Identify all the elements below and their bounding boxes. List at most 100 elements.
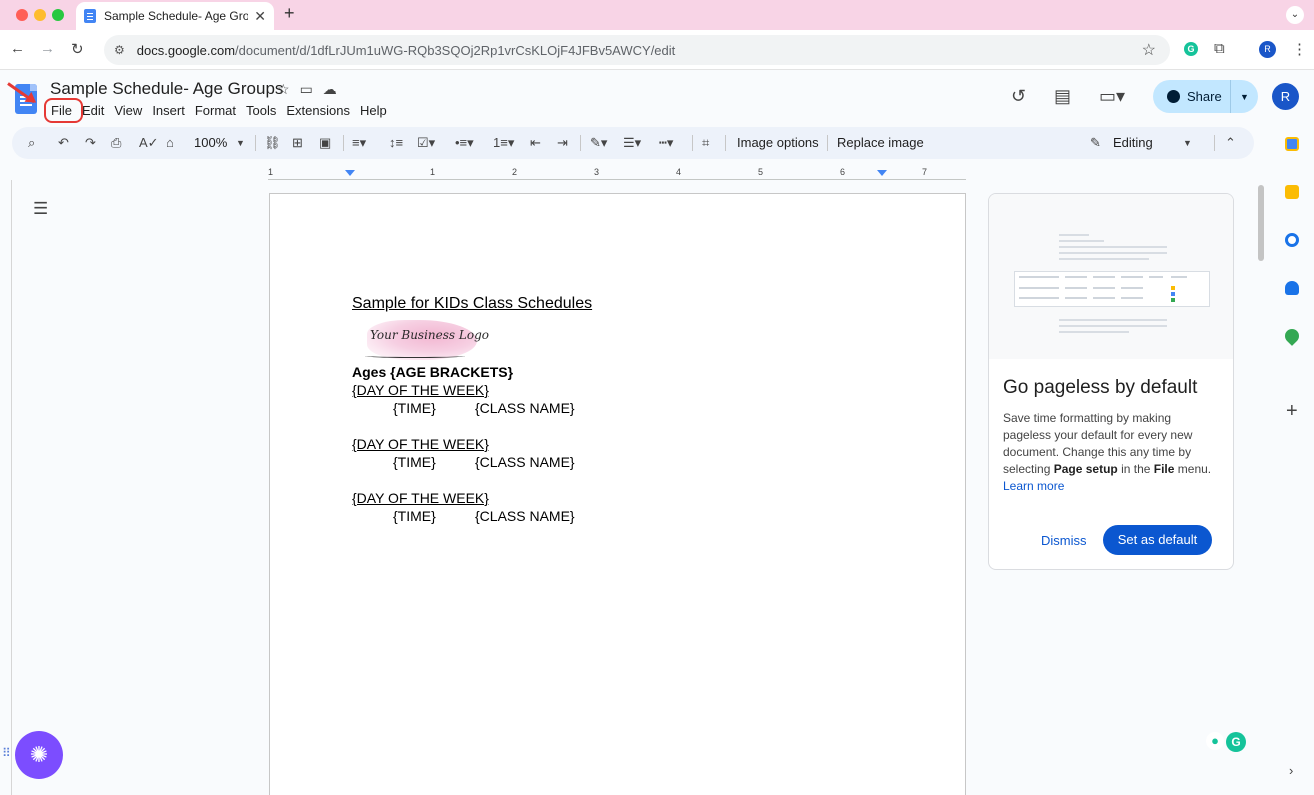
- add-comment-icon[interactable]: ⊞: [292, 135, 303, 151]
- keep-icon[interactable]: [1285, 185, 1299, 199]
- bulleted-list-icon[interactable]: •≡▾: [455, 135, 474, 151]
- increase-indent-icon[interactable]: ⇥: [557, 135, 568, 151]
- menu-extensions[interactable]: Extensions: [281, 101, 355, 120]
- learn-more-link[interactable]: Learn more: [1003, 479, 1064, 493]
- extensions-puzzle-icon[interactable]: ⧉: [1214, 40, 1225, 57]
- left-indent-marker[interactable]: [345, 170, 355, 176]
- grammarly-g-icon[interactable]: G: [1226, 732, 1246, 752]
- document-title[interactable]: Sample Schedule- Age Groups: [50, 79, 283, 99]
- menu-tools[interactable]: Tools: [241, 101, 281, 120]
- logo-text: Your Business Logo: [370, 328, 489, 342]
- move-folder-icon[interactable]: ▭: [300, 81, 313, 98]
- card-body-text: in the: [1117, 462, 1154, 476]
- illus-cell: [1019, 297, 1059, 299]
- back-arrow-icon[interactable]: ←: [10, 40, 25, 57]
- illus-cell: [1065, 287, 1087, 289]
- browser-tab-active[interactable]: Sample Schedule- Age Group ✕: [76, 2, 274, 30]
- document-page[interactable]: Sample for KIDs Class Schedules Your Bus…: [269, 193, 966, 795]
- new-tab-icon[interactable]: +: [284, 3, 295, 24]
- illus-cell: [1093, 276, 1115, 278]
- comments-icon[interactable]: ▤: [1054, 86, 1071, 107]
- horizontal-ruler[interactable]: 1 1 2 3 4 5 6 7: [268, 167, 966, 181]
- line-spacing-icon[interactable]: ↕≡: [389, 135, 403, 150]
- show-side-panel-chevron-icon[interactable]: ›: [1289, 763, 1293, 778]
- redo-icon[interactable]: ↷: [85, 135, 96, 151]
- tasks-icon[interactable]: [1285, 233, 1299, 247]
- illus-cell: [1065, 297, 1087, 299]
- numbered-list-icon[interactable]: 1≡▾: [493, 135, 514, 151]
- right-indent-marker[interactable]: [877, 170, 887, 176]
- maximize-window-button[interactable]: [52, 9, 64, 21]
- side-panel: [1269, 127, 1314, 795]
- mode-chevron-down-icon[interactable]: ▼: [1183, 138, 1192, 148]
- tab-close-icon[interactable]: ✕: [254, 8, 266, 25]
- contacts-icon[interactable]: [1285, 281, 1299, 295]
- dismiss-button[interactable]: Dismiss: [1041, 533, 1087, 548]
- paint-format-icon[interactable]: ⌂: [166, 135, 174, 150]
- share-button[interactable]: Share ▼: [1153, 80, 1258, 113]
- drag-handle-icon[interactable]: ⠿: [2, 746, 11, 760]
- share-dropdown-icon[interactable]: ▼: [1231, 92, 1258, 102]
- card-body: Save time formatting by making pageless …: [1003, 410, 1218, 495]
- minimize-window-button[interactable]: [34, 9, 46, 21]
- menu-view[interactable]: View: [109, 101, 147, 120]
- menu-help[interactable]: Help: [355, 101, 392, 120]
- toolbar-divider: [725, 135, 726, 151]
- illus-chip: [1171, 286, 1175, 290]
- illus-cell: [1093, 287, 1115, 289]
- bookmark-star-icon[interactable]: ☆: [1142, 40, 1156, 60]
- site-info-icon[interactable]: ⚙: [114, 43, 125, 57]
- calendar-icon[interactable]: [1285, 137, 1299, 151]
- menu-format[interactable]: Format: [190, 101, 241, 120]
- docs-favicon-icon: [84, 9, 96, 23]
- set-as-default-button[interactable]: Set as default: [1103, 525, 1212, 555]
- search-menus-icon[interactable]: ⌕: [28, 135, 35, 151]
- logo-swirl: [365, 354, 465, 358]
- collapse-menus-chevron-up-icon[interactable]: ⌃: [1225, 135, 1236, 151]
- browser-menu-kebab-icon[interactable]: ⋮: [1292, 40, 1307, 58]
- align-icon[interactable]: ≡▾: [352, 135, 366, 151]
- border-color-icon[interactable]: ✎▾: [590, 135, 607, 151]
- get-add-ons-plus-icon[interactable]: +: [1286, 400, 1298, 423]
- maps-icon[interactable]: [1282, 326, 1302, 346]
- border-weight-icon[interactable]: ☰▾: [623, 135, 641, 151]
- tab-search-chevron-icon[interactable]: ⌄: [1286, 6, 1304, 24]
- close-window-button[interactable]: [16, 9, 28, 21]
- spellcheck-icon[interactable]: A✓: [139, 135, 159, 151]
- document-outline-icon[interactable]: ☰: [33, 199, 48, 219]
- meet-video-icon[interactable]: ▭▾: [1099, 86, 1125, 107]
- grammarly-extension-icon[interactable]: G: [1184, 42, 1198, 56]
- ruler-number: 1: [268, 167, 274, 177]
- ruler-number: 3: [594, 167, 600, 177]
- assistant-fab-button[interactable]: ✺: [15, 731, 63, 779]
- insert-link-icon[interactable]: ⛓: [264, 135, 281, 151]
- crop-icon[interactable]: ⌗: [702, 135, 709, 151]
- reload-icon[interactable]: ↻: [71, 40, 84, 58]
- image-options-button[interactable]: Image options: [737, 135, 819, 150]
- star-icon[interactable]: ☆: [277, 81, 290, 98]
- browser-profile-avatar[interactable]: R: [1259, 41, 1276, 58]
- replace-image-button[interactable]: Replace image: [837, 135, 924, 150]
- grammarly-suggestion-icon[interactable]: ●: [1206, 732, 1224, 750]
- grammarly-widget[interactable]: ● G: [1206, 732, 1252, 754]
- border-dash-icon[interactable]: ┅▾: [659, 135, 673, 151]
- decrease-indent-icon[interactable]: ⇤: [530, 135, 541, 151]
- illus-cell: [1171, 276, 1187, 278]
- share-main[interactable]: Share: [1153, 80, 1231, 113]
- address-bar[interactable]: ⚙ docs.google.com/document/d/1dfLrJUm1uW…: [104, 35, 1170, 65]
- undo-icon[interactable]: ↶: [58, 135, 69, 151]
- pageless-illustration: [989, 194, 1233, 359]
- zoom-chevron-down-icon[interactable]: ▼: [236, 138, 245, 148]
- checklist-icon[interactable]: ☑▾: [417, 135, 435, 151]
- zoom-select[interactable]: 100%: [194, 135, 227, 150]
- version-history-icon[interactable]: ↺: [1011, 86, 1026, 107]
- insert-image-icon[interactable]: ▣: [319, 135, 331, 151]
- vertical-scrollbar[interactable]: [1258, 185, 1264, 261]
- cloud-status-icon[interactable]: ☁: [323, 81, 337, 98]
- print-icon[interactable]: ⎙: [111, 135, 121, 151]
- forward-arrow-icon[interactable]: →: [40, 40, 55, 57]
- menu-insert[interactable]: Insert: [147, 101, 190, 120]
- docs-profile-avatar[interactable]: R: [1272, 83, 1299, 110]
- illus-cell: [1121, 287, 1143, 289]
- editing-mode-select[interactable]: Editing: [1113, 135, 1153, 150]
